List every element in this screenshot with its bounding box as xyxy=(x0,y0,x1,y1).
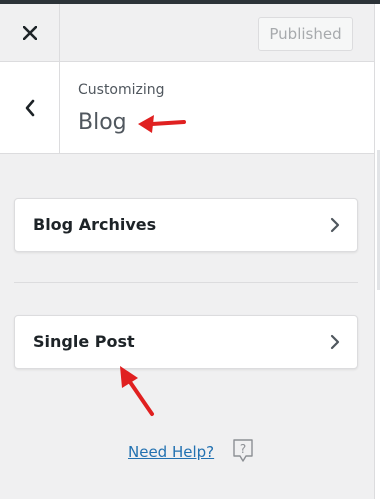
chevron-right-icon xyxy=(330,334,340,350)
annotation-arrow-single-post xyxy=(120,366,154,416)
section-divider xyxy=(14,282,358,283)
blog-archives-label: Blog Archives xyxy=(33,215,157,234)
question-bubble-icon[interactable]: ? xyxy=(232,438,254,464)
blog-archives-button[interactable]: Blog Archives xyxy=(14,198,358,252)
single-post-label: Single Post xyxy=(33,332,135,351)
back-button[interactable] xyxy=(0,62,60,153)
annotation-arrow-title xyxy=(138,115,186,133)
single-post-button[interactable]: Single Post xyxy=(14,315,358,369)
close-button[interactable] xyxy=(0,4,60,61)
close-icon xyxy=(22,25,37,40)
customizer-header: Published xyxy=(0,4,374,62)
page-title: Blog xyxy=(78,110,127,135)
chevron-right-icon xyxy=(330,217,340,233)
section-title-panel: Customizing Blog xyxy=(0,62,374,154)
svg-text:?: ? xyxy=(240,442,246,456)
chevron-left-icon xyxy=(25,99,34,116)
customizing-label: Customizing xyxy=(78,82,165,98)
need-help-link[interactable]: Need Help? xyxy=(128,443,214,461)
published-button[interactable]: Published xyxy=(258,17,353,51)
